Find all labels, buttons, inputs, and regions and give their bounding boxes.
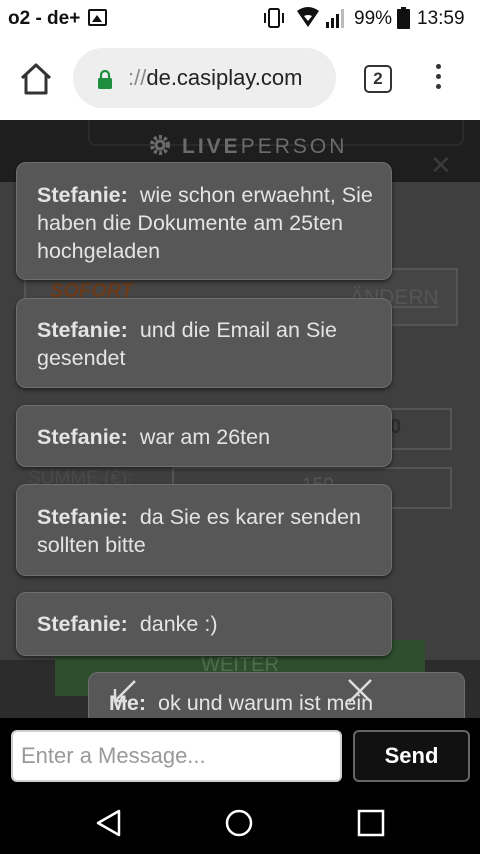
liveperson-logo: LIVEPERSON bbox=[148, 133, 347, 159]
back-icon[interactable] bbox=[94, 808, 124, 838]
my-message-bubble: Me: ok und warum ist mein bbox=[88, 672, 465, 722]
gear-icon bbox=[150, 135, 170, 155]
vibrate-icon bbox=[264, 8, 284, 28]
chat-message: Stefanie: war am 26ten bbox=[16, 405, 392, 467]
recent-apps-icon[interactable] bbox=[356, 808, 386, 838]
message-composer: Send bbox=[0, 718, 480, 792]
browser-toolbar: ://de.casiplay.com 2 bbox=[0, 36, 480, 120]
chat-message: Stefanie: da Sie es karer senden sollten … bbox=[16, 484, 392, 576]
message-text: ok und warum ist mein bbox=[158, 691, 374, 715]
wifi-icon bbox=[297, 7, 319, 27]
message-sender: Stefanie: bbox=[37, 425, 128, 449]
signal-icon bbox=[326, 9, 344, 28]
carrier-name: o2 - de+ bbox=[8, 8, 81, 29]
message-text: war am 26ten bbox=[139, 425, 271, 449]
image-notification-icon bbox=[88, 9, 107, 26]
system-nav-bar bbox=[0, 792, 480, 854]
message-sender: Stefanie: bbox=[37, 318, 128, 342]
close-icon[interactable] bbox=[344, 675, 376, 707]
chat-message: Stefanie: danke :) bbox=[16, 592, 392, 656]
chat-message: Stefanie: wie schon erwaehnt, Sie haben d… bbox=[16, 162, 392, 280]
battery-icon bbox=[397, 7, 410, 29]
message-sender: Stefanie: bbox=[37, 183, 128, 207]
home-icon[interactable] bbox=[18, 62, 54, 96]
clock: 13:59 bbox=[417, 8, 465, 29]
url-text: ://de.casiplay.com bbox=[128, 65, 303, 90]
minimize-icon[interactable] bbox=[109, 677, 141, 709]
overflow-menu-icon[interactable] bbox=[430, 64, 446, 94]
home-nav-icon[interactable] bbox=[224, 808, 254, 838]
message-sender: Stefanie: bbox=[37, 612, 128, 636]
background-close-icon: ✕ bbox=[430, 150, 452, 180]
message-text: danke :) bbox=[139, 612, 218, 636]
message-input[interactable] bbox=[11, 730, 342, 782]
tab-switcher-button[interactable]: 2 bbox=[364, 65, 392, 93]
status-bar: o2 - de+ 99% 13:59 bbox=[0, 0, 480, 36]
send-button[interactable]: Send bbox=[353, 730, 470, 782]
lock-icon bbox=[98, 69, 112, 89]
chat-message: Stefanie: und die Email an Sie gesendet bbox=[16, 298, 392, 388]
address-bar[interactable]: ://de.casiplay.com bbox=[73, 48, 336, 108]
battery-percent: 99% bbox=[354, 8, 393, 29]
message-sender: Stefanie: bbox=[37, 505, 128, 529]
